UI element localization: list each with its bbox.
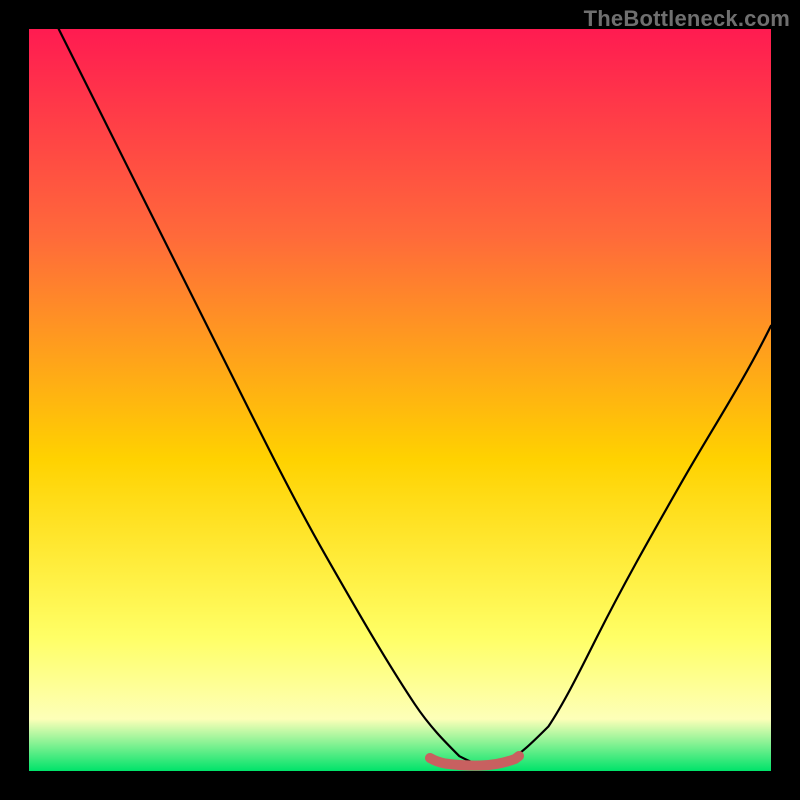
plot-area — [29, 29, 771, 771]
chart-frame: TheBottleneck.com — [0, 0, 800, 800]
watermark-text: TheBottleneck.com — [584, 6, 790, 32]
gradient-background — [29, 29, 771, 771]
chart-svg — [29, 29, 771, 771]
